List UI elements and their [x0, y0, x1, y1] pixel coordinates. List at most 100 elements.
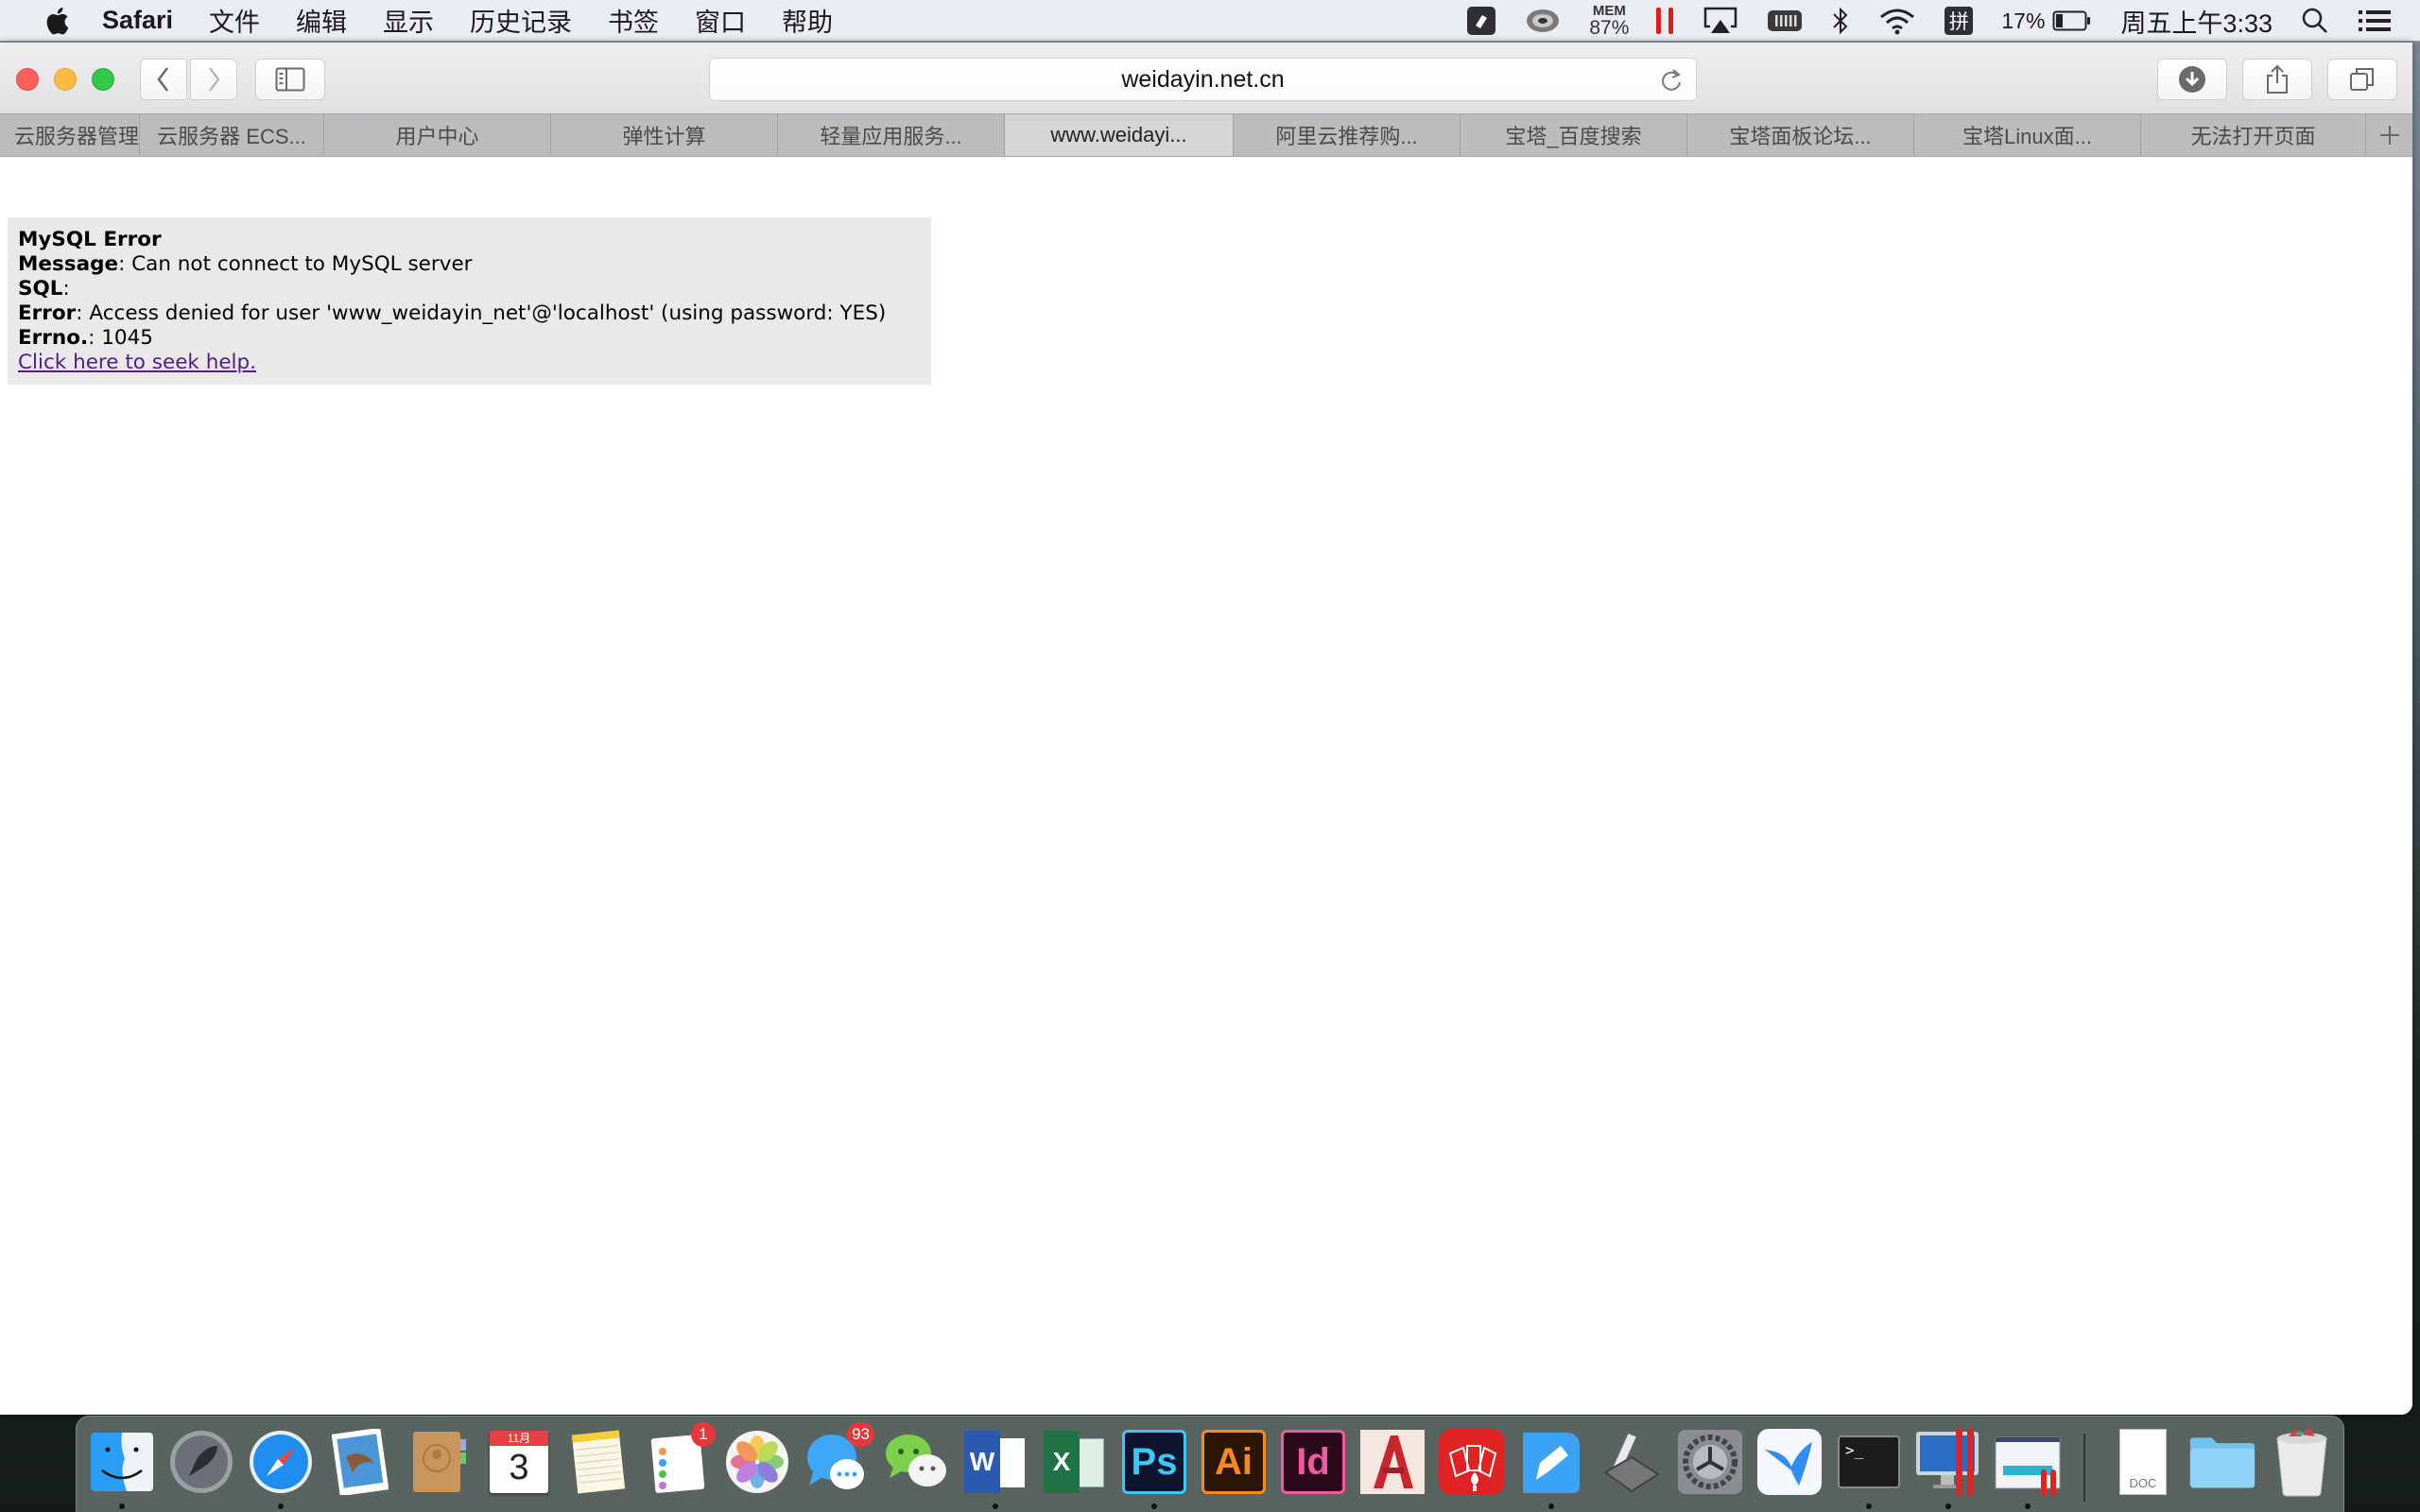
bird-icon	[1757, 1429, 1822, 1495]
minimize-window-button[interactable]	[54, 68, 77, 91]
tab-bar: 云服务器管理 云服务器 ECS... 用户中心 弹性计算 轻量应用服务... w…	[0, 113, 2412, 157]
dock-finder[interactable]	[88, 1428, 156, 1509]
input-method-icon[interactable]: 拼	[1945, 7, 1974, 35]
terminal-prompt: >_	[1845, 1441, 1864, 1459]
dock-mail[interactable]	[326, 1428, 394, 1496]
new-tab-button[interactable]	[2366, 114, 2412, 156]
seek-help-link[interactable]: Click here to seek help.	[18, 351, 256, 374]
dock-indesign[interactable]: Id	[1279, 1428, 1347, 1496]
dock-wechat[interactable]	[882, 1428, 950, 1496]
downloads-button[interactable]	[2157, 59, 2227, 100]
dock-illustrator[interactable]: Ai	[1200, 1428, 1268, 1496]
notes-pad-icon	[571, 1430, 626, 1494]
dock-window-thumbnail[interactable]	[1994, 1428, 2062, 1509]
dock-contacts[interactable]	[406, 1428, 474, 1496]
reload-button[interactable]	[1660, 68, 1683, 99]
menu-help[interactable]: 帮助	[782, 2, 833, 39]
tab[interactable]: 阿里云推荐购...	[1234, 114, 1461, 156]
windows-vm-icon	[1916, 1428, 1979, 1496]
airplay-icon[interactable]	[1703, 6, 1738, 36]
dock-launchpad[interactable]	[167, 1428, 235, 1496]
spotlight-search-icon[interactable]	[2301, 7, 2329, 35]
tab-label: 轻量应用服务...	[820, 125, 962, 148]
notification-center-icon[interactable]	[2358, 9, 2392, 33]
wifi-icon[interactable]	[1878, 7, 1916, 35]
tab[interactable]: 宝塔Linux面...	[1914, 114, 2141, 156]
mem-label: MEM	[1592, 3, 1626, 19]
close-window-button[interactable]	[16, 68, 39, 91]
dock-image-capture[interactable]	[1597, 1428, 1665, 1496]
input-method-label: 拼	[1948, 11, 1969, 33]
tab[interactable]: 云服务器 ECS...	[140, 114, 324, 156]
dock-documents-stack[interactable]: DOC	[2109, 1428, 2177, 1496]
battery-percent[interactable]: 17%	[2001, 9, 2045, 34]
dock-bird-app[interactable]	[1755, 1428, 1824, 1496]
menu-bookmarks[interactable]: 书签	[608, 2, 659, 39]
row-label: Errno.	[18, 326, 89, 350]
tab[interactable]: 弹性计算	[551, 114, 778, 156]
calendar-icon: 11月 3	[490, 1431, 548, 1493]
dock-windows-vm[interactable]	[1914, 1428, 1982, 1509]
tab[interactable]: 宝塔_百度搜索	[1461, 114, 1687, 156]
zoom-window-button[interactable]	[92, 68, 114, 91]
tab-overview-button[interactable]	[2327, 59, 2397, 100]
memory-indicator[interactable]: MEM 87%	[1589, 4, 1629, 38]
battery-monitor-icon[interactable]	[1767, 8, 1803, 34]
network-monitor-icon[interactable]	[1525, 8, 1561, 34]
pause-icon[interactable]	[1655, 6, 1674, 36]
menu-history[interactable]: 历史记录	[470, 2, 572, 39]
terminal-icon: >_	[1838, 1435, 1900, 1488]
dock-excel[interactable]: X	[1041, 1428, 1109, 1496]
show-sidebar-button[interactable]	[255, 59, 325, 100]
tab[interactable]: 轻量应用服务...	[778, 114, 1005, 156]
menu-view[interactable]: 显示	[383, 2, 434, 39]
dock-system-preferences[interactable]	[1676, 1428, 1744, 1496]
dock-separator	[2083, 1434, 2085, 1502]
dock-messages[interactable]: 93	[803, 1422, 874, 1496]
dock-trash[interactable]	[2268, 1427, 2336, 1497]
dock-folder[interactable]	[2188, 1428, 2256, 1496]
tab-active[interactable]: www.weidayi...	[1005, 114, 1234, 156]
dock-photoshop[interactable]: Ps	[1120, 1428, 1188, 1509]
running-indicator	[278, 1503, 284, 1509]
dock-photos[interactable]	[723, 1428, 791, 1496]
menu-window[interactable]: 窗口	[695, 2, 746, 39]
error-row-error: Error: Access denied for user 'www_weida…	[18, 301, 921, 326]
dock-pen-app[interactable]	[1517, 1428, 1585, 1509]
share-button[interactable]	[2242, 59, 2312, 100]
back-button[interactable]	[140, 59, 187, 100]
address-bar[interactable]: weidayin.net.cn	[709, 58, 1697, 101]
tab-label: 宝塔_百度搜索	[1505, 125, 1642, 148]
dock-notes[interactable]	[564, 1428, 632, 1496]
menu-safari[interactable]: Safari	[102, 6, 173, 35]
row-label: Message	[18, 252, 119, 276]
bluetooth-icon[interactable]	[1831, 6, 1850, 36]
notes-app-icon[interactable]	[1466, 6, 1496, 36]
playing-cards-icon	[1439, 1429, 1505, 1495]
tab[interactable]: 用户中心	[324, 114, 551, 156]
battery-icon[interactable]	[2052, 9, 2092, 32]
dock-calendar[interactable]: 11月 3	[485, 1428, 553, 1496]
dock-word[interactable]: W	[961, 1428, 1029, 1509]
tab[interactable]: 宝塔面板论坛...	[1687, 114, 1914, 156]
download-icon	[2179, 66, 2205, 93]
dock-terminal[interactable]: >_	[1835, 1428, 1903, 1509]
row-label: Error	[18, 301, 77, 325]
running-indicator	[119, 1503, 125, 1509]
tab[interactable]: 云服务器管理	[0, 114, 140, 156]
dock-autocad[interactable]	[1358, 1428, 1426, 1496]
tab[interactable]: 无法打开页面	[2141, 114, 2366, 156]
dock-safari[interactable]	[247, 1428, 315, 1509]
illustrator-icon: Ai	[1201, 1430, 1266, 1494]
menu-file[interactable]: 文件	[209, 2, 260, 39]
doc-file-icon: DOC	[2119, 1429, 2167, 1495]
apple-menu-icon[interactable]	[38, 7, 76, 35]
contacts-book-icon	[413, 1432, 466, 1492]
clock[interactable]: 周五上午3:33	[2120, 3, 2273, 40]
sidebar-icon	[275, 67, 305, 92]
safari-compass-icon	[250, 1431, 312, 1493]
forward-button[interactable]	[190, 59, 237, 100]
dock-reminders[interactable]: 1	[644, 1422, 716, 1496]
dock-card-game[interactable]	[1438, 1428, 1506, 1496]
menu-edit[interactable]: 编辑	[296, 2, 347, 39]
